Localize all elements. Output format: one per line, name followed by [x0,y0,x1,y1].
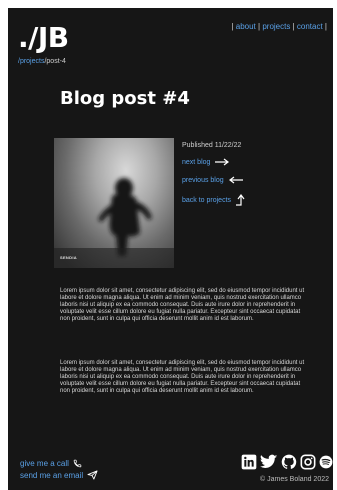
nav-separator: | [292,22,295,31]
email-link[interactable]: send me an email [20,470,98,480]
post-paragraph: Lorem ipsum dolor sit amet, consectetur … [60,288,308,323]
copyright: © James Boland 2022 [260,476,329,483]
nav-separator: | [324,22,327,31]
cover-label: SENDIA [60,255,77,260]
phone-icon [73,459,82,468]
github-icon[interactable] [281,454,297,470]
nav-projects-link[interactable]: projects [262,22,290,31]
post-paragraph-text: Lorem ipsum dolor sit amet, consectetur … [60,360,305,394]
previous-blog-label: previous blog [182,176,224,184]
page-title: Blog post #4 [60,88,190,109]
call-label: give me a call [20,459,69,468]
post-paragraph: Lorem ipsum dolor sit amet, consectetur … [60,360,308,395]
back-to-projects-label: back to projects [182,196,232,204]
twitter-icon[interactable] [260,454,278,470]
breadcrumb-current: /post-4 [44,58,66,65]
nav-separator: | [231,22,234,31]
page: ./JB | about | projects | contact | /pro… [8,8,333,490]
previous-blog-link[interactable]: previous blog [182,176,244,184]
arrow-right-icon [215,158,230,166]
cover-figure-icon [54,178,174,268]
next-blog-label: next blog [182,158,211,166]
linkedin-icon[interactable] [241,454,257,470]
instagram-icon[interactable] [300,454,316,470]
nav-contact-link[interactable]: contact [297,22,323,31]
next-blog-link[interactable]: next blog [182,158,230,166]
breadcrumb: /projects/post-4 [18,58,66,65]
breadcrumb-projects-link[interactable]: /projects [18,58,44,65]
nav-about-link[interactable]: about [236,22,256,31]
top-nav: | about | projects | contact | [231,22,327,31]
post-paragraph-text: Lorem ipsum dolor sit amet, consectetur … [60,288,305,322]
call-link[interactable]: give me a call [20,459,82,468]
nav-separator: | [258,22,261,31]
back-to-projects-link[interactable]: back to projects [182,194,245,206]
spotify-icon[interactable] [319,454,333,470]
cover-image: SENDIA [54,138,174,268]
email-label: send me an email [20,470,84,480]
social-links [241,454,333,470]
send-icon [87,470,98,480]
site-logo[interactable]: ./JB [18,24,69,52]
published-date: Published 11/22/22 [182,142,242,149]
arrow-left-icon [228,176,243,184]
arrow-up-icon [236,194,245,206]
